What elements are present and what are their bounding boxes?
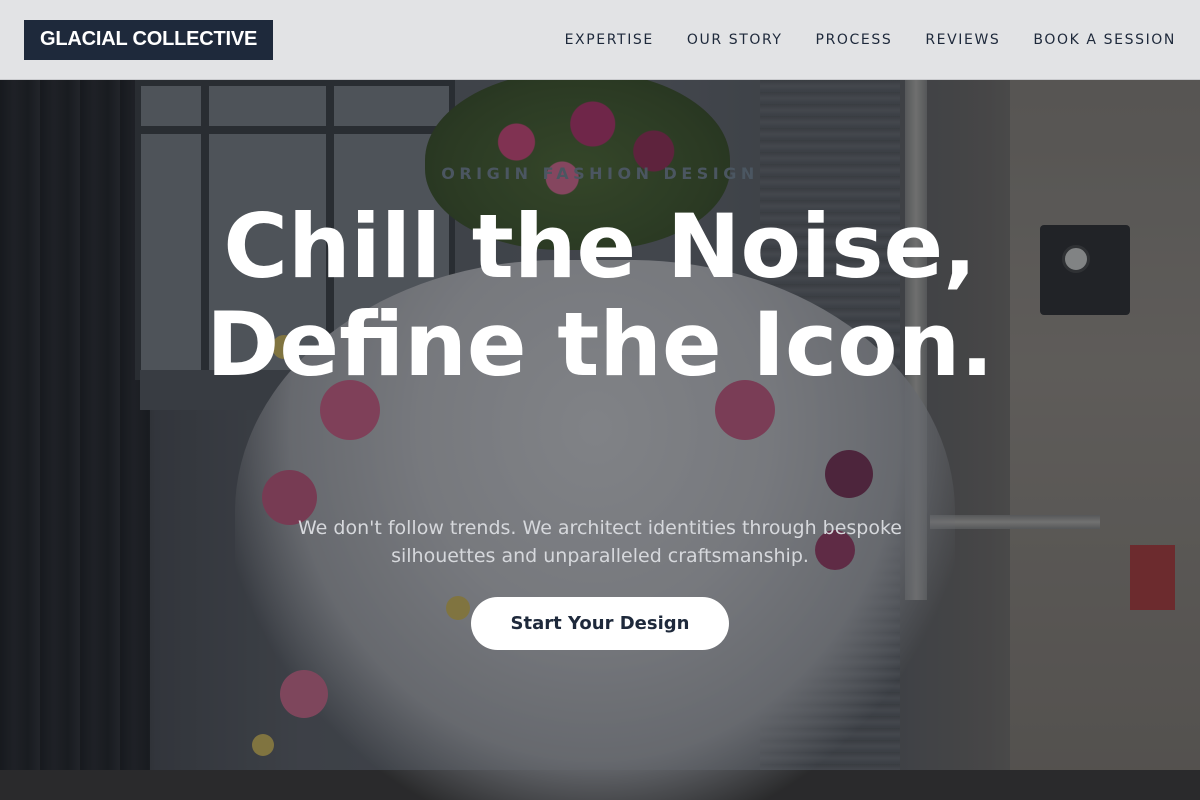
nav-link-expertise[interactable]: EXPERTISE — [565, 32, 654, 48]
nav-link-process[interactable]: PROCESS — [816, 32, 893, 48]
brand-logo[interactable]: GLACIAL COLLECTIVE — [24, 19, 274, 60]
hero-subtext: We don't follow trends. We architect ide… — [297, 517, 902, 567]
hero-eyebrow: Origin Fashion Design — [441, 164, 759, 183]
nav-link-reviews[interactable]: REVIEWS — [925, 32, 1000, 48]
nav-link-our-story[interactable]: OUR STORY — [687, 32, 783, 48]
hero-section: Origin Fashion Design Chill the Noise, D… — [0, 80, 1200, 800]
hero-headline: Chill the Noise, Define the Icon. — [206, 195, 994, 396]
page: GLACIAL COLLECTIVE EXPERTISE OUR STORY P… — [0, 0, 1200, 800]
start-design-button[interactable]: Start Your Design — [471, 597, 729, 650]
main-nav: EXPERTISE OUR STORY PROCESS REVIEWS BOOK… — [565, 32, 1176, 48]
nav-link-book-a-session[interactable]: BOOK A SESSION — [1033, 32, 1176, 48]
site-header: GLACIAL COLLECTIVE EXPERTISE OUR STORY P… — [0, 0, 1200, 80]
